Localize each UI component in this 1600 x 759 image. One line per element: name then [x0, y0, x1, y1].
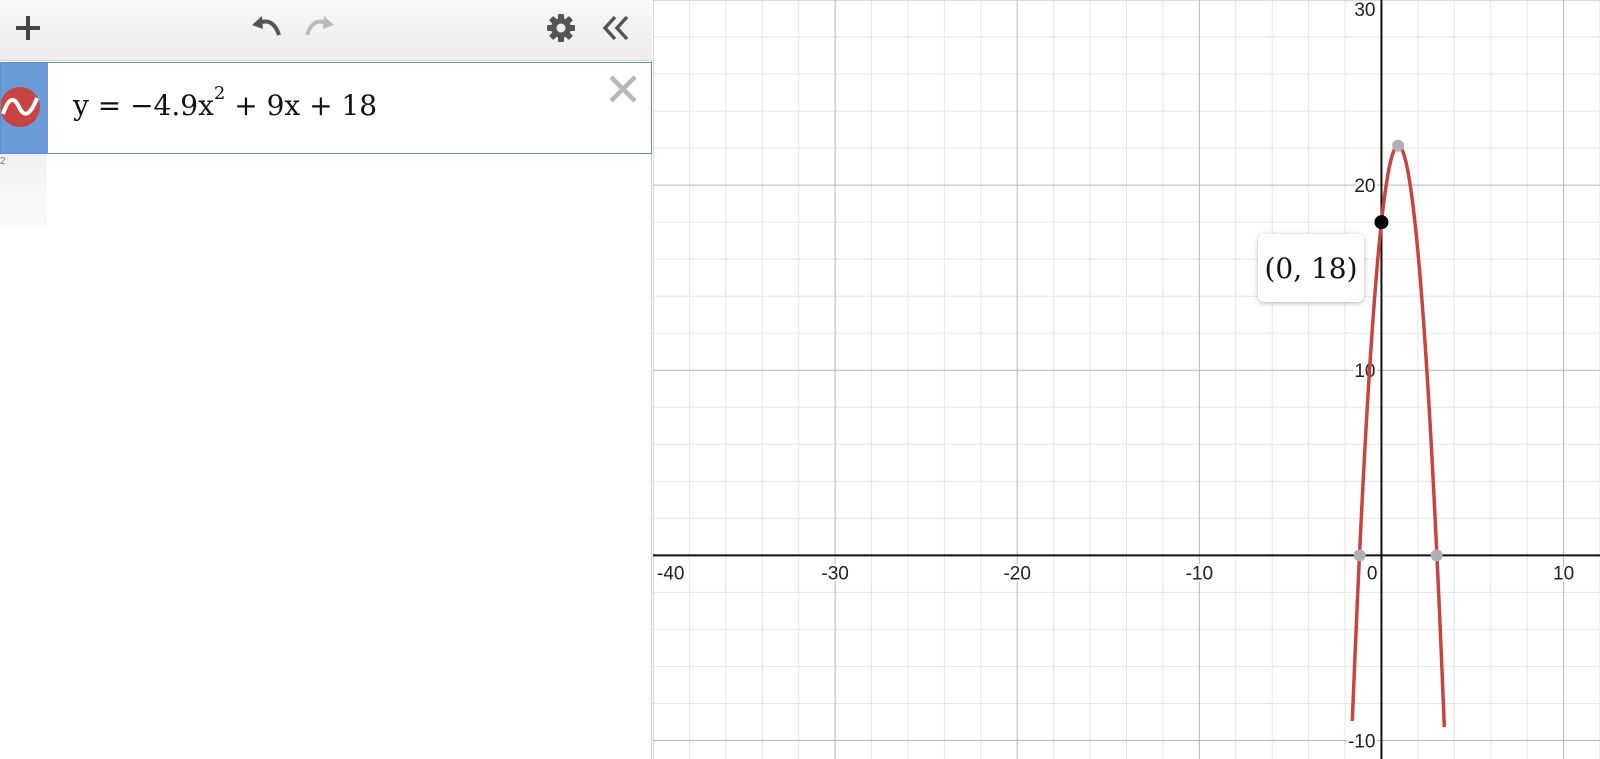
parabola-curve[interactable] — [1350, 143, 1447, 728]
expression-lhs: y = −4.9x — [73, 89, 214, 122]
redo-button[interactable] — [302, 10, 338, 46]
graph-canvas[interactable]: -40 -30 -20 -10 0 10 30 20 10 -10 — [653, 0, 1600, 759]
x-tick-label: 10 — [1553, 563, 1574, 584]
expression-rhs: + 9x + 18 — [225, 89, 378, 122]
graph-visibility-icon[interactable] — [1, 86, 41, 128]
expression-formula[interactable]: y = −4.9x2 + 9x + 18 — [73, 83, 378, 122]
minor-gridlines — [653, 0, 1600, 759]
x-tick-label: -40 — [657, 563, 684, 584]
add-expression-button[interactable] — [10, 10, 46, 46]
x-tick-label: -30 — [821, 563, 848, 584]
x-tick-label: 0 — [1367, 563, 1378, 584]
expression-item[interactable]: y = −4.9x2 + 9x + 18 — [0, 62, 652, 154]
settings-button[interactable] — [543, 10, 579, 46]
expression-tab[interactable] — [1, 63, 48, 153]
key-point[interactable] — [1430, 549, 1443, 562]
y-tick-label: 20 — [1354, 176, 1375, 197]
expression-list-panel: y = −4.9x2 + 9x + 18 2 — [0, 0, 652, 759]
y-tick-label: 10 — [1354, 361, 1375, 382]
x-tick-label: -10 — [1186, 563, 1213, 584]
undo-icon — [252, 16, 281, 36]
gear-icon — [547, 14, 575, 42]
double-chevron-left-icon — [602, 15, 629, 41]
y-tick-label: 30 — [1354, 0, 1375, 21]
collapse-panel-button[interactable] — [598, 10, 634, 46]
key-point[interactable] — [1353, 549, 1366, 562]
selected-point[interactable] — [1374, 215, 1389, 230]
undo-button[interactable] — [248, 10, 284, 46]
x-tick-label: -20 — [1003, 563, 1030, 584]
key-point[interactable] — [1392, 139, 1405, 152]
y-tick-label: -10 — [1348, 731, 1375, 752]
expression-exponent: 2 — [213, 83, 226, 104]
expression-gutter: 2 — [0, 154, 47, 226]
expression-index: 2 — [0, 156, 6, 167]
close-icon[interactable] — [605, 71, 641, 107]
point-label-tooltip: (0, 18) — [1258, 234, 1364, 302]
tick-labels: -40 -30 -20 -10 0 10 30 20 10 -10 — [655, 0, 1576, 754]
redo-icon — [305, 16, 334, 36]
toolbar — [0, 0, 652, 61]
point-markers — [1353, 139, 1443, 562]
plus-icon — [16, 16, 40, 40]
